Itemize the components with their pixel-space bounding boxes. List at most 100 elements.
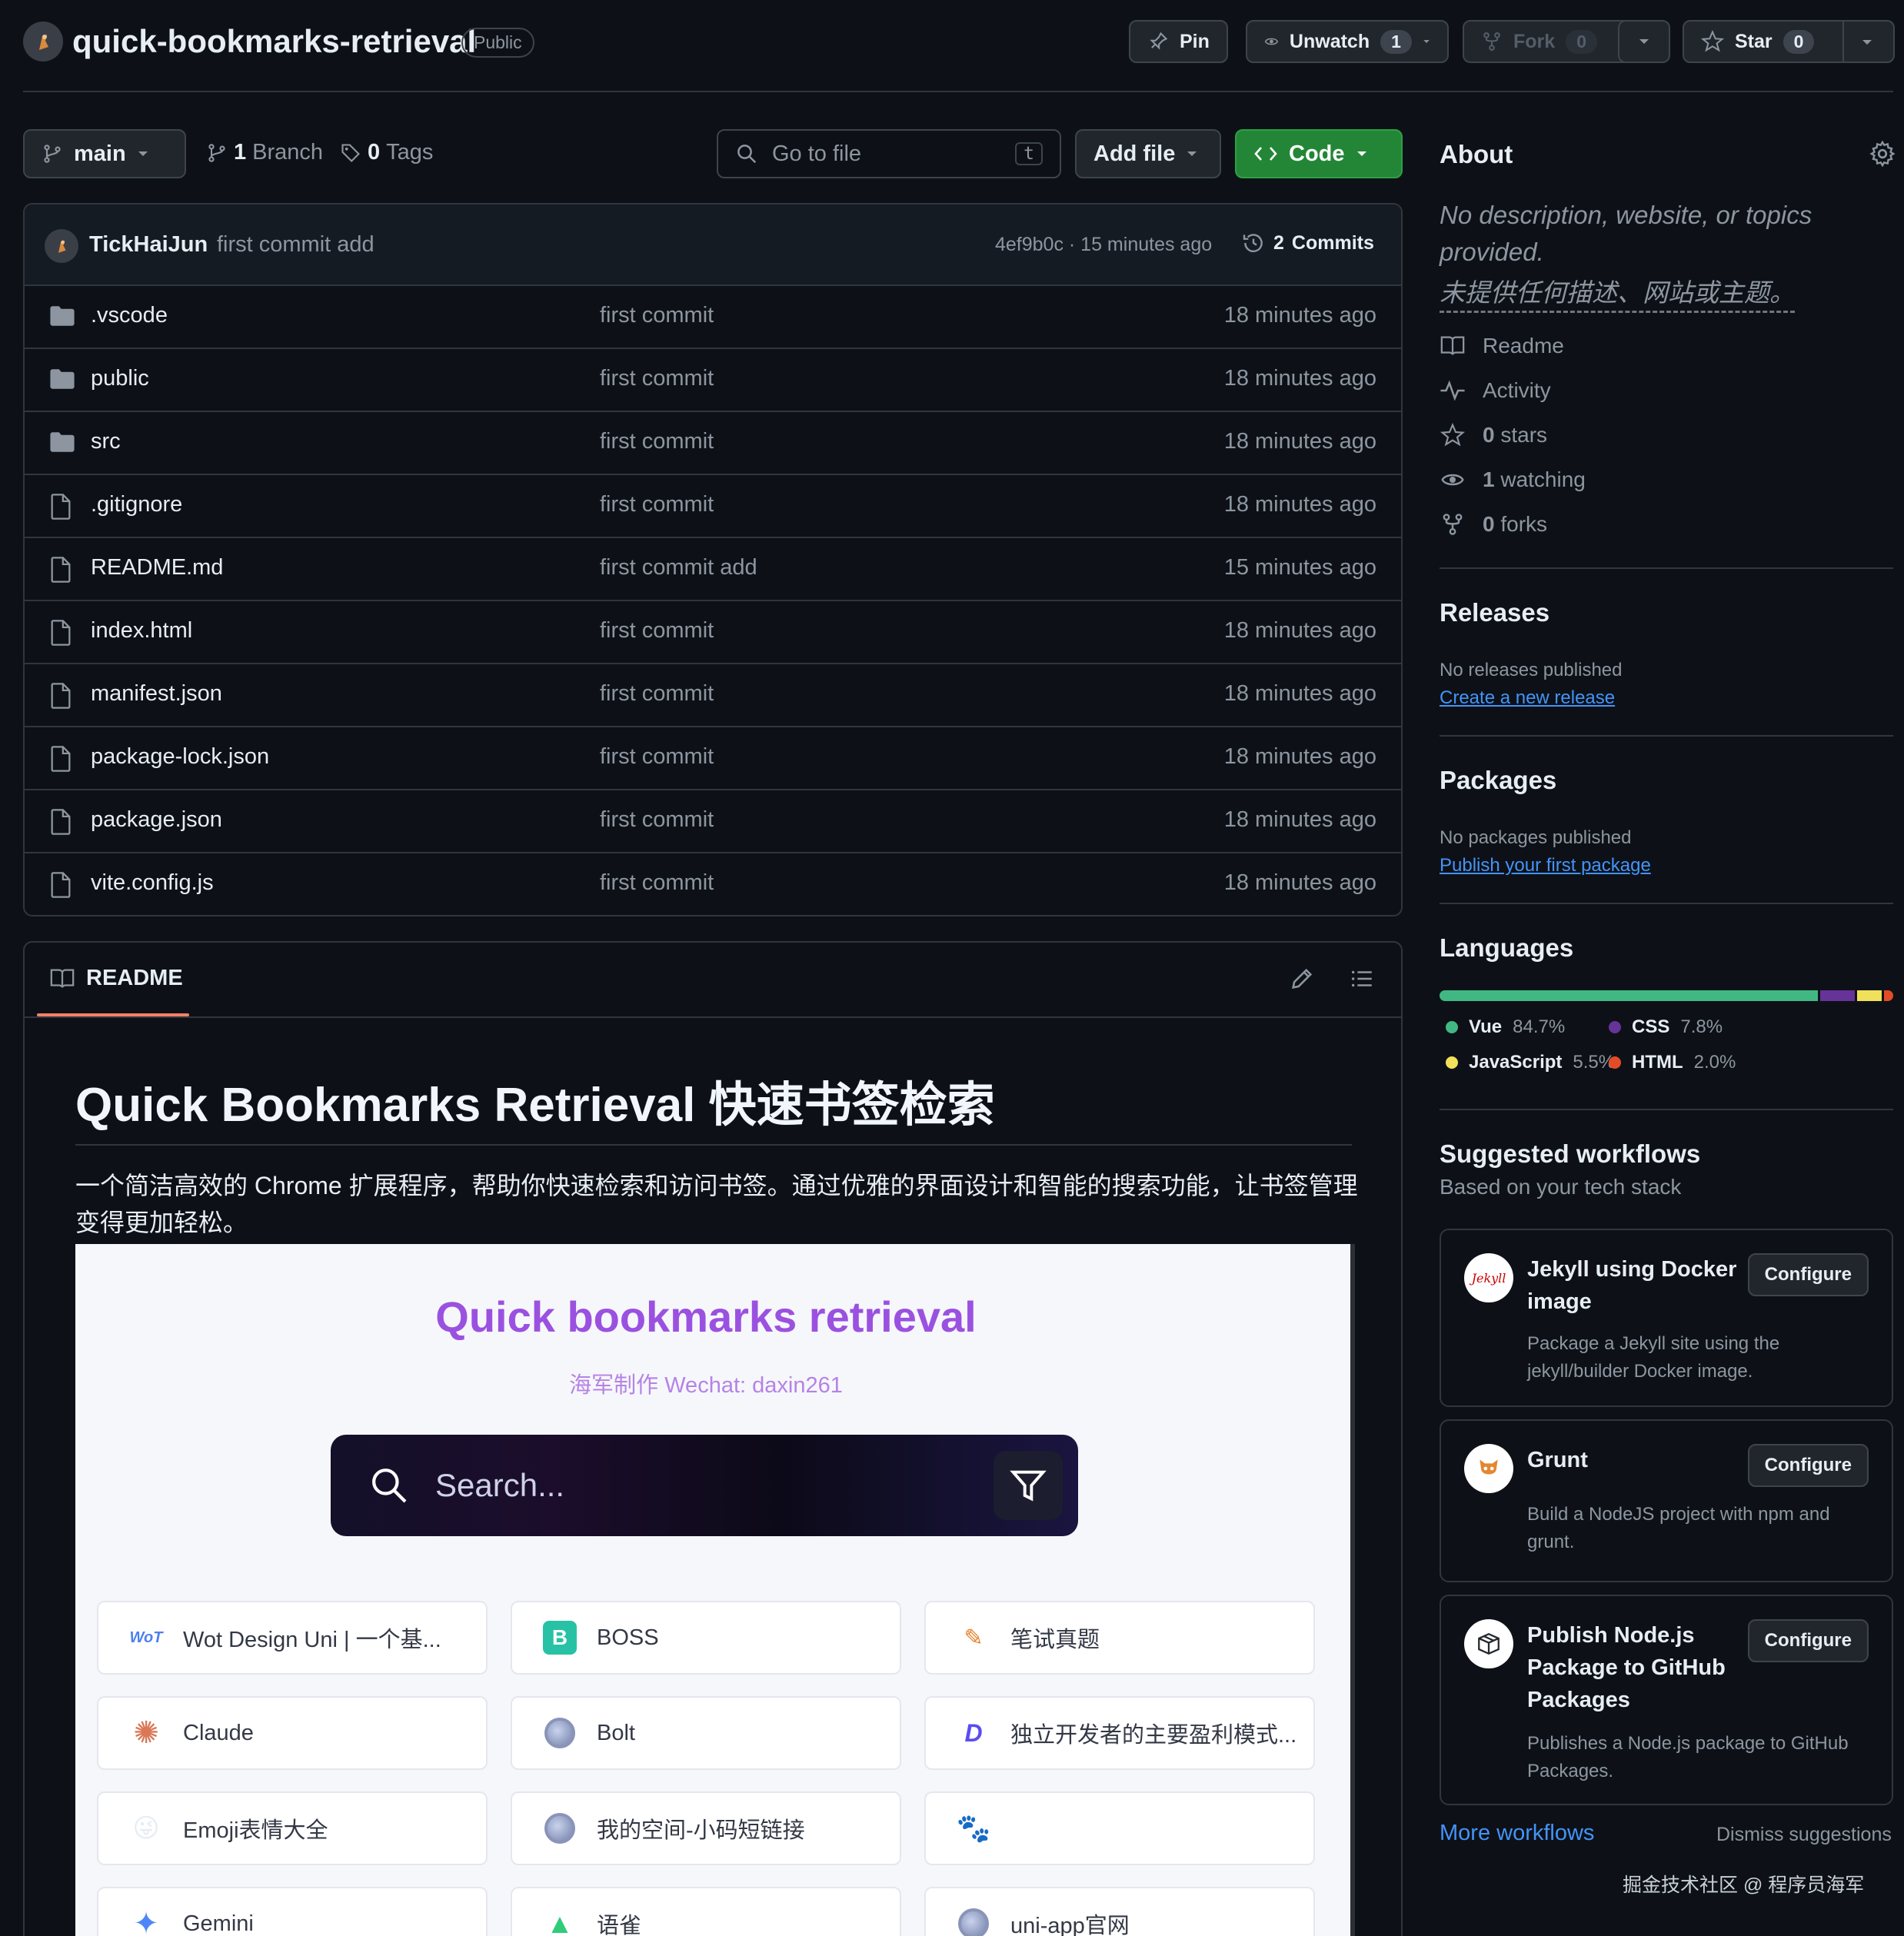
file-commit-time: 18 minutes ago <box>1223 807 1376 832</box>
file-browser: TickHaiJun first commit add 4ef9b0c · 15… <box>23 203 1403 916</box>
file-row[interactable]: .vscode first commit 18 minutes ago <box>25 286 1401 349</box>
gemini-logo-icon: ✦ <box>133 1907 159 1936</box>
avatar-icon <box>58 240 66 253</box>
file-commit-time: 18 minutes ago <box>1223 303 1376 328</box>
workflow-card-grunt: Grunt Configure Build a NodeJS project w… <box>1440 1419 1893 1582</box>
language-legend-item[interactable]: Vue 84.7% <box>1446 1016 1565 1038</box>
file-commit-message[interactable]: first commit <box>600 366 714 391</box>
tags-link[interactable]: 0 Tags <box>340 140 433 165</box>
file-row[interactable]: public first commit 18 minutes ago <box>25 349 1401 412</box>
star-dropdown-caret[interactable] <box>1861 38 1873 46</box>
bookmark-label: Emoji表情大全 <box>183 1818 328 1843</box>
file-row[interactable]: src first commit 18 minutes ago <box>25 412 1401 475</box>
file-commit-message[interactable]: first commit <box>600 870 714 896</box>
readme-link[interactable]: Readme <box>1440 334 1564 358</box>
branches-link[interactable]: 1 Branch <box>206 140 323 165</box>
language-legend-item[interactable]: CSS 7.8% <box>1609 1016 1723 1038</box>
file-name[interactable]: manifest.json <box>91 681 222 707</box>
language-color-dot <box>1609 1056 1621 1069</box>
file-name[interactable]: .gitignore <box>91 492 182 517</box>
releases-heading[interactable]: Releases <box>1440 598 1549 627</box>
file-commit-message[interactable]: first commit <box>600 681 714 707</box>
file-row[interactable]: .gitignore first commit 18 minutes ago <box>25 475 1401 538</box>
add-file-label: Add file <box>1093 141 1176 166</box>
file-name[interactable]: public <box>91 366 149 391</box>
file-name[interactable]: index.html <box>91 618 192 644</box>
packages-heading[interactable]: Packages <box>1440 766 1556 795</box>
language-legend-item[interactable]: HTML 2.0% <box>1609 1052 1736 1073</box>
file-name[interactable]: .vscode <box>91 303 168 328</box>
file-row[interactable]: index.html first commit 18 minutes ago <box>25 601 1401 664</box>
file-commit-message[interactable]: first commit add <box>600 555 757 580</box>
file-row[interactable]: vite.config.js first commit 18 minutes ago <box>25 853 1401 915</box>
file-name[interactable]: README.md <box>91 555 223 580</box>
file-row[interactable]: package-lock.json first commit 18 minutes … <box>25 727 1401 790</box>
avatar-icon <box>39 35 48 50</box>
configure-button[interactable]: Configure <box>1747 1619 1869 1662</box>
boss-logo-icon: B <box>541 1619 578 1656</box>
commit-author[interactable]: TickHaiJun <box>89 232 208 258</box>
dismiss-suggestions-link[interactable]: Dismiss suggestions <box>1716 1824 1892 1846</box>
watching-link[interactable]: 1 watching <box>1440 467 1586 492</box>
file-commit-message[interactable]: first commit <box>600 807 714 833</box>
readme-intro: 一个简洁高效的 Chrome 扩展程序，帮助你快速检索和访问书签。通过优雅的界面… <box>75 1172 1358 1236</box>
file-commit-message[interactable]: first commit <box>600 744 714 770</box>
bookmark-label: 语雀 <box>597 1914 642 1936</box>
search-icon <box>372 1469 407 1503</box>
unwatch-button[interactable]: Unwatch 1 <box>1246 20 1449 63</box>
configure-button[interactable]: Configure <box>1747 1444 1869 1487</box>
add-file-button[interactable]: Add file <box>1075 129 1221 178</box>
file-name[interactable]: vite.config.js <box>91 870 214 896</box>
d-logo-icon: D <box>964 1718 983 1747</box>
file-name[interactable]: src <box>91 429 121 454</box>
file-name[interactable]: package-lock.json <box>91 744 269 770</box>
file-commit-message[interactable]: first commit <box>600 618 714 644</box>
pencil-icon <box>1292 968 1313 989</box>
file-name[interactable]: package.json <box>91 807 222 833</box>
book-icon <box>1440 336 1465 355</box>
outline-button[interactable] <box>1349 966 1375 992</box>
repo-name[interactable]: quick-bookmarks-retrieval <box>72 23 476 60</box>
commits-link[interactable]: 2 Commits <box>1241 231 1374 255</box>
language-legend-item[interactable]: JavaScript 5.5% <box>1446 1052 1615 1073</box>
forks-link[interactable]: 0 forks <box>1440 512 1547 537</box>
code-label: Code <box>1289 141 1345 166</box>
activity-link[interactable]: Activity <box>1440 378 1551 403</box>
stars-link[interactable]: 0 stars <box>1440 423 1547 447</box>
header-divider <box>23 91 1893 92</box>
unwatch-label: Unwatch <box>1289 30 1370 52</box>
publish-package-link[interactable]: Publish your first package <box>1440 855 1651 877</box>
workflow-name: Grunt <box>1527 1448 1588 1472</box>
latest-commit-bar: TickHaiJun first commit add 4ef9b0c · 15… <box>25 205 1401 286</box>
go-to-file-input[interactable]: Go to file t <box>717 129 1061 178</box>
file-commit-message[interactable]: first commit <box>600 492 714 517</box>
preview-search-bar: Search... <box>331 1435 1078 1536</box>
shortcut-key: t <box>1015 142 1043 165</box>
branch-selector[interactable]: main <box>23 129 186 178</box>
more-workflows-link[interactable]: More workflows <box>1440 1821 1594 1846</box>
file-commit-message[interactable]: first commit <box>600 429 714 454</box>
file-row[interactable]: package.json first commit 18 minutes ago <box>25 790 1401 853</box>
file-row[interactable]: manifest.json first commit 18 minutes ago <box>25 664 1401 727</box>
author-avatar[interactable] <box>45 229 78 263</box>
pin-button[interactable]: Pin <box>1129 20 1228 63</box>
list-icon <box>1351 970 1372 987</box>
file-icon <box>49 620 72 646</box>
commit-meta[interactable]: 4ef9b0c · 15 minutes ago <box>995 234 1212 256</box>
readme-tab[interactable]: README <box>49 966 183 991</box>
fork-dropdown-button[interactable] <box>1618 20 1670 63</box>
package-logo-icon <box>1464 1619 1513 1668</box>
repo-avatar[interactable] <box>23 22 63 62</box>
commit-message[interactable]: first commit add <box>217 232 374 258</box>
about-settings-button[interactable] <box>1869 140 1896 168</box>
language-percent: 2.0% <box>1693 1052 1736 1073</box>
file-row[interactable]: README.md first commit add 15 minutes ago <box>25 538 1401 601</box>
configure-button[interactable]: Configure <box>1747 1253 1869 1296</box>
go-to-file-placeholder: Go to file <box>772 141 862 166</box>
caret-down-icon <box>138 151 148 156</box>
edit-readme-button[interactable] <box>1289 966 1315 992</box>
create-release-link[interactable]: Create a new release <box>1440 687 1615 709</box>
code-button[interactable]: Code <box>1235 129 1403 178</box>
star-count: 0 <box>1783 29 1815 54</box>
file-commit-message[interactable]: first commit <box>600 303 714 328</box>
